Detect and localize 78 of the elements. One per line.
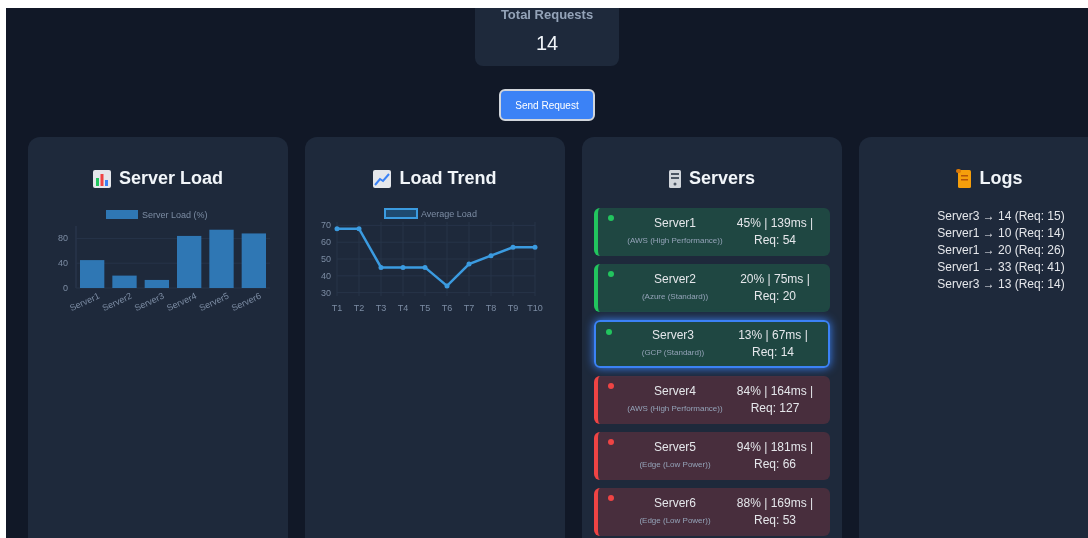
server-name: Server2	[654, 271, 696, 288]
server-card[interactable]: Server3 (GCP (Standard)) 13% | 67ms | Req: 14	[594, 320, 830, 368]
log-entry: Server1 → 10 (Req: 14)	[937, 225, 1065, 242]
legend-swatch	[106, 210, 138, 219]
bar	[112, 275, 137, 288]
server-type: (AWS (High Performance))	[627, 235, 723, 247]
send-request-button[interactable]: Send Request	[499, 89, 595, 121]
axis-label: T9	[507, 303, 519, 313]
server-name: Server1	[654, 215, 696, 232]
server-stats: 13% | 67ms | Req: 14	[737, 327, 809, 361]
axis-label: 30	[321, 287, 331, 298]
axis-label: T10	[527, 303, 543, 313]
axis-label: 50	[321, 254, 331, 264]
data-point	[466, 261, 472, 267]
server-card[interactable]: Server2 (Azure (Standard)) 20% | 75ms | Req: 20	[594, 264, 830, 312]
panel-title: Servers	[688, 167, 756, 190]
server-type: (Edge (Low Power))	[639, 515, 711, 527]
log-entry: Server3 → 14 (Req: 15)	[937, 208, 1065, 225]
log-entry: Server1 → 20 (Req: 26)	[937, 242, 1065, 259]
data-point	[510, 244, 516, 250]
axis-label: T3	[375, 303, 387, 313]
bar	[144, 279, 169, 288]
bar-chart-icon	[92, 169, 111, 188]
data-point	[488, 253, 494, 259]
data-point	[422, 264, 428, 270]
server-icon	[668, 169, 681, 188]
axis-label: 40	[321, 270, 331, 281]
data-point	[378, 264, 384, 270]
axis-label: T2	[353, 303, 365, 313]
server-stats: 45% | 139ms | Req: 54	[735, 215, 815, 249]
scroll-icon	[955, 168, 972, 189]
legend-label: Average Load	[421, 209, 477, 219]
server-stats: 84% | 164ms | Req: 127	[735, 383, 815, 417]
server-name: Server4	[654, 383, 696, 400]
axis-label: T4	[397, 303, 409, 313]
server-name: Server5	[654, 439, 696, 456]
panel-title: Logs	[979, 167, 1023, 190]
axis-label: T1	[331, 303, 343, 313]
panel-title: Load Trend	[399, 167, 497, 190]
legend-label: Server Load (%)	[142, 210, 208, 220]
server-name: Server3	[652, 327, 694, 344]
server-card[interactable]: Server5 (Edge (Low Power)) 94% | 181ms | Req: 66	[594, 432, 830, 480]
bar	[80, 260, 105, 288]
server-type: (AWS (High Performance))	[627, 403, 723, 415]
bar	[177, 235, 202, 288]
server-stats: 88% | 169ms | Req: 53	[735, 495, 815, 529]
axis-label: T8	[485, 303, 497, 313]
axis-label: T5	[419, 303, 431, 313]
axis-label: 60	[321, 237, 331, 248]
data-point	[356, 226, 362, 232]
data-point	[400, 264, 406, 270]
axis-label: T6	[441, 303, 453, 313]
stat-value: 14	[535, 31, 559, 56]
axis-label: 40	[58, 258, 68, 269]
bar	[241, 233, 266, 288]
server-name: Server6	[654, 495, 696, 512]
axis-label: T7	[463, 303, 475, 313]
axis-label: 0	[63, 283, 68, 293]
panel-title: Server Load	[118, 167, 223, 190]
bar	[209, 229, 234, 288]
server-type: (GCP (Standard))	[641, 347, 705, 359]
data-point	[532, 244, 538, 250]
server-type: (Edge (Low Power))	[639, 459, 711, 471]
log-entry: Server3 → 13 (Req: 14)	[937, 276, 1065, 293]
axis-label: 80	[58, 233, 68, 244]
server-stats: 20% | 75ms | Req: 20	[739, 271, 811, 305]
data-point	[444, 283, 450, 289]
stat-label: Total Requests	[500, 8, 594, 22]
server-stats: 94% | 181ms | Req: 66	[735, 439, 815, 473]
line-chart-icon	[373, 169, 392, 188]
server-type: (Azure (Standard))	[641, 291, 709, 303]
server-card[interactable]: Server6 (Edge (Low Power)) 88% | 169ms | Req: 53	[594, 488, 830, 536]
server-card[interactable]: Server4 (AWS (High Performance)) 84% | 164ms | Req: 127	[594, 376, 830, 424]
axis-label: 70	[321, 220, 331, 231]
server-card[interactable]: Server1 (AWS (High Performance)) 45% | 139ms | Req: 54	[594, 208, 830, 256]
log-entry: Server1 → 33 (Req: 41)	[937, 259, 1065, 276]
legend-swatch	[384, 208, 418, 219]
data-point	[334, 226, 340, 232]
